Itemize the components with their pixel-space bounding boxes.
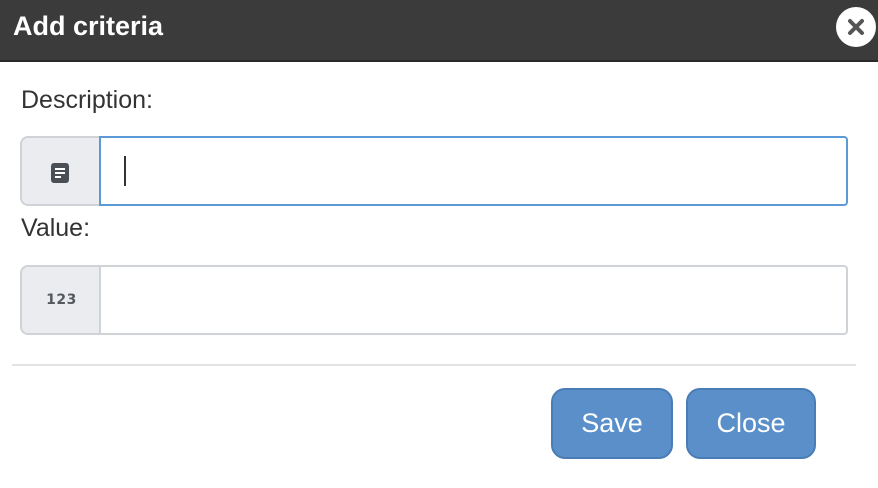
close-x-icon[interactable] bbox=[836, 7, 876, 47]
number-addon-text: 123 bbox=[46, 292, 77, 308]
add-criteria-dialog: Add criteria Description: Value: 123 Sav… bbox=[0, 0, 878, 488]
value-input[interactable] bbox=[99, 265, 848, 335]
value-label: Value: bbox=[21, 214, 91, 242]
save-button[interactable]: Save bbox=[551, 388, 673, 459]
description-label: Description: bbox=[21, 86, 153, 114]
value-input-group: 123 bbox=[20, 265, 848, 335]
description-input-group bbox=[20, 136, 848, 206]
close-button[interactable]: Close bbox=[686, 388, 816, 459]
dialog-title: Add criteria bbox=[13, 11, 164, 41]
description-input[interactable] bbox=[99, 136, 848, 206]
note-icon bbox=[50, 162, 70, 189]
text-caret bbox=[124, 156, 126, 186]
footer-divider bbox=[12, 364, 856, 366]
dialog-titlebar: Add criteria bbox=[0, 0, 878, 62]
value-addon: 123 bbox=[20, 265, 99, 335]
description-addon bbox=[20, 136, 99, 206]
